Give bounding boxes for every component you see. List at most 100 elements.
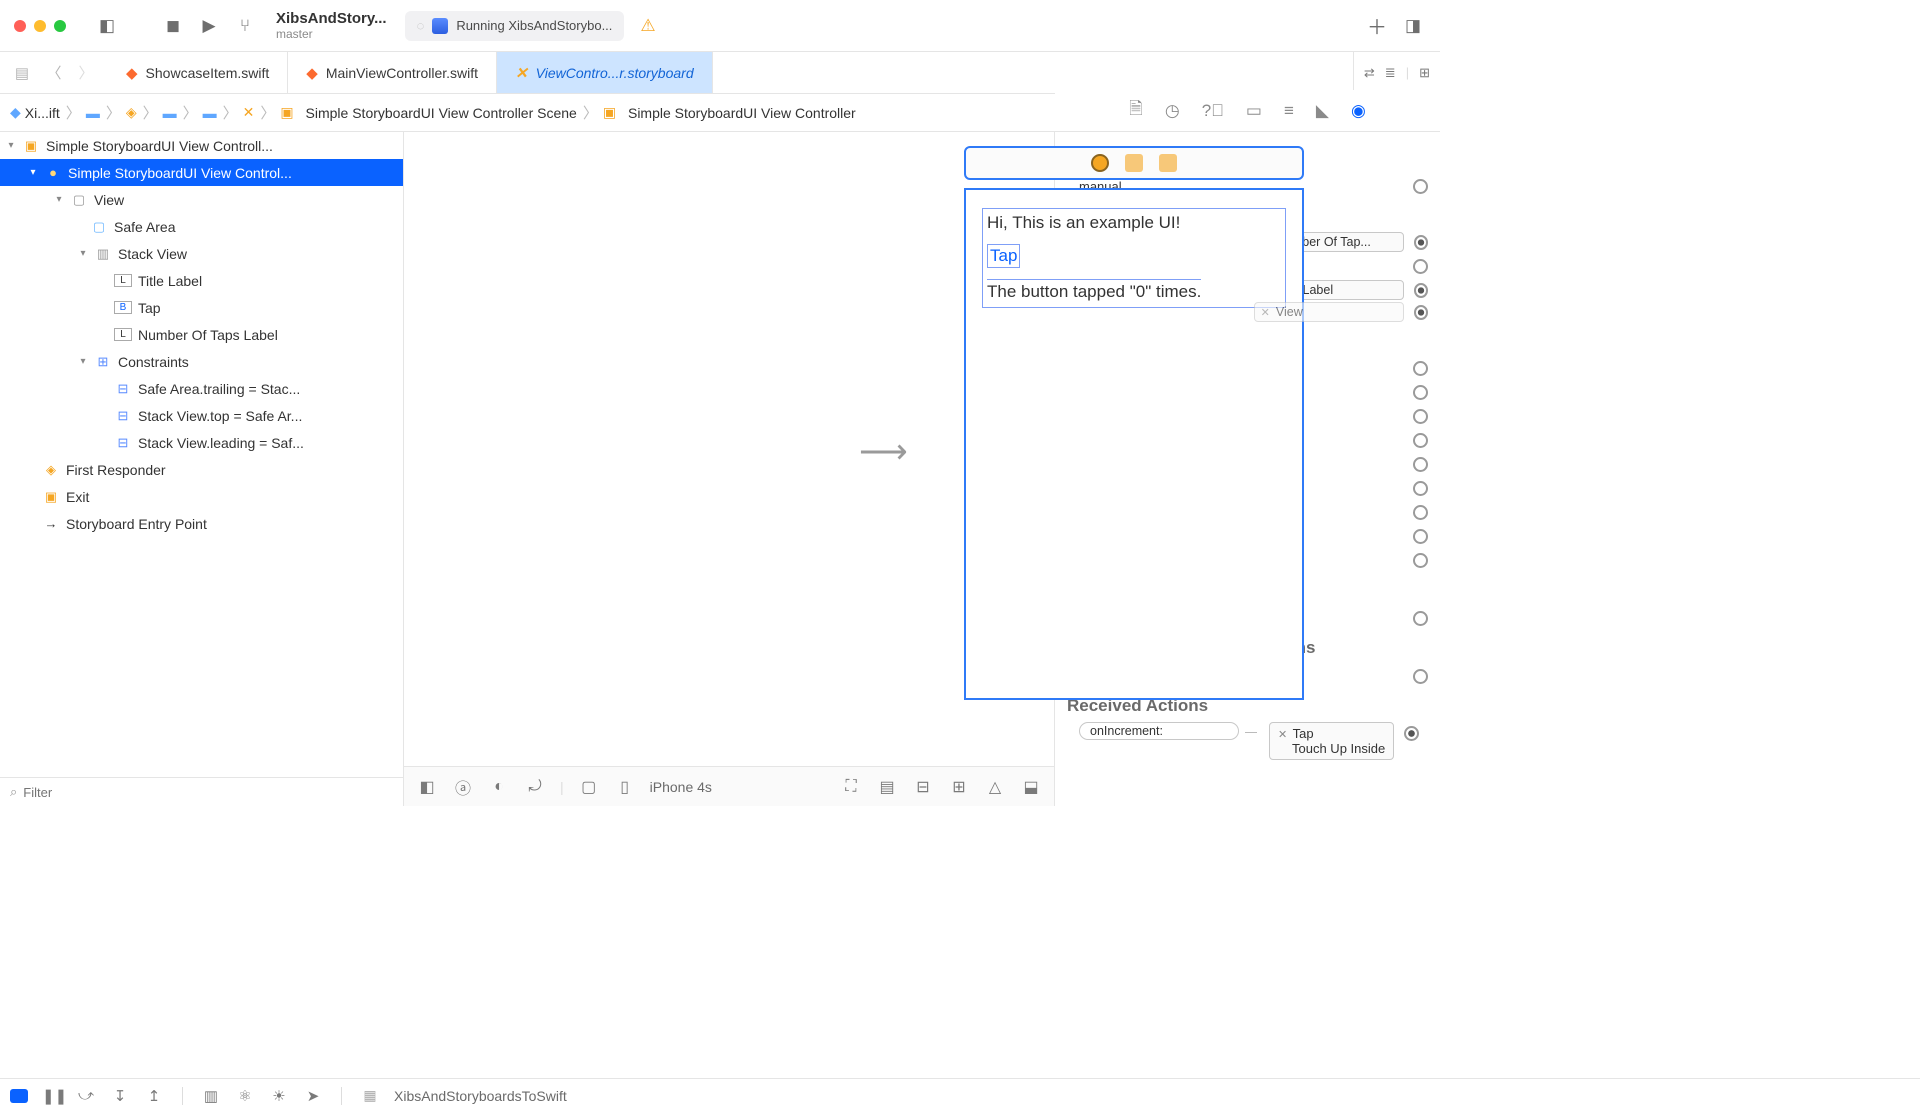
- history-inspector-icon[interactable]: ◷: [1165, 101, 1180, 121]
- back-button[interactable]: 〈: [42, 61, 66, 85]
- crumb-scene[interactable]: Simple StoryboardUI View Controller Scen…: [306, 105, 577, 121]
- scene-dock[interactable]: [964, 146, 1304, 180]
- connection-well-icon[interactable]: [1413, 529, 1428, 544]
- layout-icon[interactable]: ▢: [578, 777, 600, 797]
- editor-layout-icon[interactable]: ⊞: [1419, 65, 1430, 81]
- crumb-project[interactable]: Xi...ift: [25, 105, 60, 121]
- outline-constraint-3[interactable]: ⊟Stack View.leading = Saf...: [0, 429, 403, 456]
- connection-well-icon[interactable]: [1413, 553, 1428, 568]
- file-inspector-icon[interactable]: 🗎: [1129, 96, 1143, 125]
- minimap-icon[interactable]: ≣: [1385, 65, 1396, 81]
- connection-well-icon[interactable]: [1413, 179, 1428, 194]
- step-over-icon[interactable]: ⤻: [76, 1087, 96, 1104]
- outline-first-responder[interactable]: ◈First Responder: [0, 456, 403, 483]
- first-responder-icon[interactable]: [1125, 154, 1143, 172]
- memory-graph-icon[interactable]: ⚛: [235, 1087, 255, 1105]
- related-items-icon[interactable]: ▤: [10, 61, 34, 85]
- connection-well-icon[interactable]: [1413, 481, 1428, 496]
- tab-showcase-item[interactable]: ◆ ShowcaseItem.swift: [108, 52, 288, 93]
- tab-storyboard[interactable]: ✕ ViewContro...r.storyboard: [497, 52, 713, 93]
- size-inspector-icon[interactable]: ◣: [1316, 101, 1329, 121]
- connections-inspector-icon[interactable]: ◉: [1351, 101, 1366, 121]
- outline-tree[interactable]: ▾▣Simple StoryboardUI View Controll... ▾…: [0, 132, 403, 777]
- resolve-icon[interactable]: △: [984, 777, 1006, 797]
- outline-scene[interactable]: ▾▣Simple StoryboardUI View Controll...: [0, 132, 403, 159]
- tap-button-preview[interactable]: Tap: [987, 244, 1020, 268]
- storyboard-canvas[interactable]: ⟶ Hi, This is an example UI! Tap The but…: [404, 132, 1054, 766]
- outline-constraint-2[interactable]: ⊟Stack View.top = Safe Ar...: [0, 402, 403, 429]
- disconnect-icon[interactable]: ✕: [1261, 306, 1270, 319]
- connection-well-icon[interactable]: [1413, 361, 1428, 376]
- environment-overrides-icon[interactable]: ☀: [269, 1087, 289, 1105]
- exit-icon[interactable]: [1159, 154, 1177, 172]
- accessibility-icon[interactable]: ⓐ: [452, 775, 474, 799]
- device-label[interactable]: iPhone 4s: [650, 779, 712, 795]
- warning-icon[interactable]: ⚠︎: [640, 16, 655, 36]
- view-debug-icon[interactable]: ▥: [201, 1087, 221, 1105]
- device-icon[interactable]: ▯: [614, 777, 636, 797]
- device-frame[interactable]: Hi, This is an example UI! Tap The butto…: [964, 188, 1304, 700]
- outline-constraints[interactable]: ▾⊞Constraints: [0, 348, 403, 375]
- stack-view-preview[interactable]: Hi, This is an example UI! Tap The butto…: [982, 208, 1286, 308]
- align-icon[interactable]: ⊟: [912, 777, 934, 797]
- attributes-inspector-icon[interactable]: ≡: [1284, 101, 1294, 121]
- breakpoint-toggle-icon[interactable]: [10, 1089, 28, 1103]
- connection-well-icon[interactable]: [1404, 726, 1419, 741]
- pin-icon[interactable]: ⊞: [948, 777, 970, 797]
- title-label-preview[interactable]: Hi, This is an example UI!: [983, 209, 1285, 238]
- scheme-branch-icon[interactable]: ⑂: [232, 13, 258, 39]
- connection-well-icon[interactable]: [1414, 235, 1428, 250]
- zoom-window-icon[interactable]: [54, 20, 66, 32]
- outline-numtaps-label[interactable]: LNumber Of Taps Label: [0, 321, 403, 348]
- count-label-preview[interactable]: The button tapped "0" times.: [987, 279, 1201, 302]
- connection-well-icon[interactable]: [1413, 409, 1428, 424]
- received-action-row[interactable]: onIncrement: ✕ Tap Touch Up Inside: [1079, 722, 1428, 760]
- inspector-toggle-icon[interactable]: ◨: [1400, 13, 1426, 39]
- activity-status[interactable]: ◌ Running XibsAndStorybo...: [405, 11, 625, 41]
- pause-icon[interactable]: ❚❚: [42, 1087, 62, 1105]
- add-button[interactable]: ＋: [1364, 13, 1390, 39]
- connection-well-icon[interactable]: [1413, 669, 1428, 684]
- run-button[interactable]: ▶: [196, 13, 222, 39]
- identity-inspector-icon[interactable]: ▭: [1246, 101, 1262, 121]
- outline-tap-button[interactable]: BTap: [0, 294, 403, 321]
- embed-icon[interactable]: ⬓: [1020, 777, 1042, 797]
- connection-well-icon[interactable]: [1413, 385, 1428, 400]
- stop-button[interactable]: ◼: [160, 13, 186, 39]
- crumb-vc[interactable]: Simple StoryboardUI View Controller: [628, 105, 856, 121]
- outline-viewcontroller[interactable]: ▾●Simple StoryboardUI View Control...: [0, 159, 403, 186]
- outline-safe-area[interactable]: ▢Safe Area: [0, 213, 403, 240]
- connection-well-icon[interactable]: [1413, 433, 1428, 448]
- step-into-icon[interactable]: ↧: [110, 1087, 130, 1105]
- sidebar-toggle-icon[interactable]: ◧: [94, 13, 120, 39]
- orientation-icon[interactable]: ⤾: [524, 778, 546, 796]
- group-icon[interactable]: ▤: [876, 777, 898, 797]
- tab-main-vc[interactable]: ◆ MainViewController.swift: [288, 52, 497, 93]
- connection-well-icon[interactable]: [1413, 611, 1428, 626]
- appearance-icon[interactable]: ◐: [488, 778, 510, 796]
- location-icon[interactable]: ➤: [303, 1087, 323, 1105]
- outline-view[interactable]: ▾▢View: [0, 186, 403, 213]
- forward-button[interactable]: 〉: [74, 61, 98, 85]
- connection-well-icon[interactable]: [1413, 457, 1428, 472]
- entry-arrow-icon[interactable]: ⟶: [859, 432, 908, 472]
- connection-well-icon[interactable]: [1413, 259, 1428, 274]
- step-out-icon[interactable]: ↥: [144, 1087, 164, 1105]
- connection-well-icon[interactable]: [1414, 305, 1428, 320]
- help-inspector-icon[interactable]: ?⃝: [1202, 101, 1224, 121]
- outline-entry-point[interactable]: →Storyboard Entry Point: [0, 510, 403, 537]
- minimize-window-icon[interactable]: [34, 20, 46, 32]
- outline-stack[interactable]: ▾▥Stack View: [0, 240, 403, 267]
- connection-well-icon[interactable]: [1414, 283, 1428, 298]
- outline-filter[interactable]: ⌕: [0, 777, 403, 806]
- disconnect-icon[interactable]: ✕: [1278, 729, 1287, 741]
- filter-input[interactable]: [23, 785, 393, 800]
- outline-constraint-1[interactable]: ⊟Safe Area.trailing = Stac...: [0, 375, 403, 402]
- outline-title-label[interactable]: LTitle Label: [0, 267, 403, 294]
- process-name[interactable]: XibsAndStoryboardsToSwift: [394, 1088, 567, 1104]
- zoom-fit-icon[interactable]: ⛶: [840, 778, 862, 796]
- outline-toggle-icon[interactable]: ◧: [416, 777, 438, 797]
- assistant-toggle-icon[interactable]: ⇄: [1364, 65, 1375, 81]
- vc-icon[interactable]: [1091, 154, 1109, 172]
- close-window-icon[interactable]: [14, 20, 26, 32]
